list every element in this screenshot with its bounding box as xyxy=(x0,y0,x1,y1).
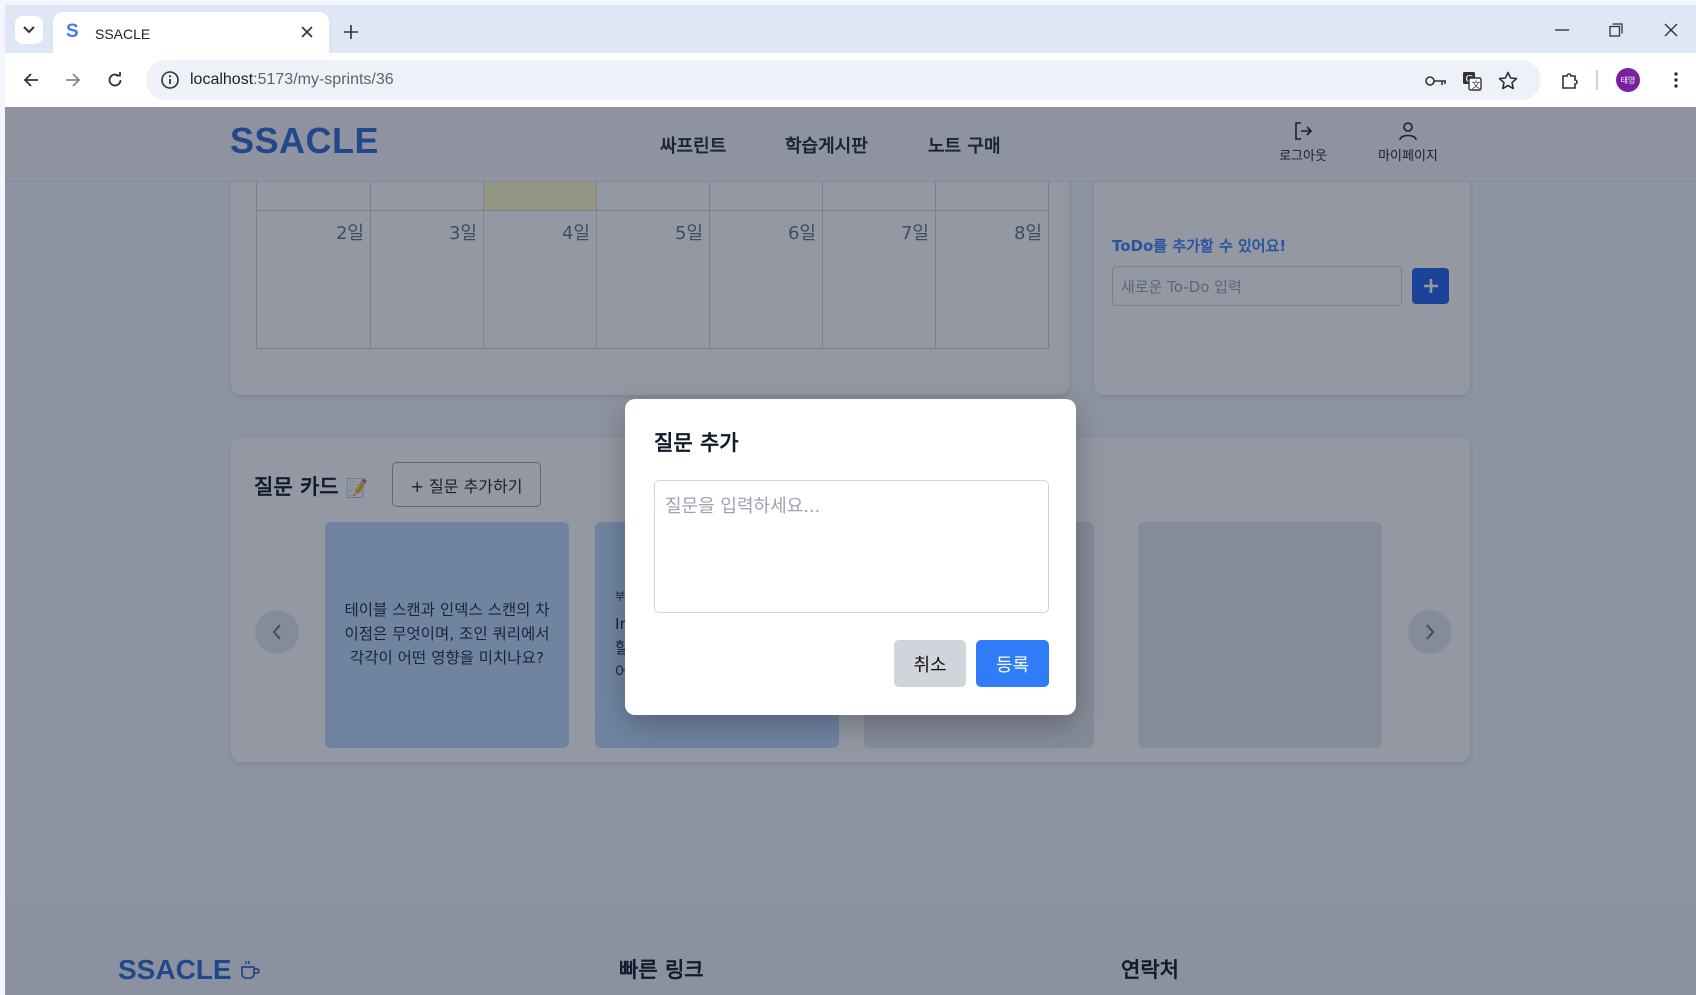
reload-icon xyxy=(108,72,122,87)
add-question-modal: 질문 추가 취소 등록 xyxy=(625,399,1076,715)
restore-icon xyxy=(1609,23,1623,37)
chevron-down-icon xyxy=(23,26,35,34)
browser-toolbar: localhost:5173/my-sprints/36 G文 태영 xyxy=(5,53,1696,107)
close-window-button[interactable] xyxy=(1660,19,1682,41)
plus-icon xyxy=(344,25,358,39)
tab-search-button[interactable] xyxy=(15,16,43,44)
star-icon xyxy=(1498,71,1518,90)
forward-button[interactable] xyxy=(58,65,88,95)
url-host: localhost xyxy=(190,71,254,88)
arrow-left-icon xyxy=(23,73,38,87)
key-icon xyxy=(1425,76,1446,86)
translate-icon: G文 xyxy=(1463,72,1482,91)
password-key-button[interactable] xyxy=(1424,69,1448,93)
browser-menu-button[interactable] xyxy=(1661,65,1691,95)
url-text: localhost:5173/my-sprints/36 xyxy=(190,71,394,89)
close-icon xyxy=(301,26,313,38)
translate-button[interactable]: G文 xyxy=(1460,69,1484,93)
address-bar[interactable]: localhost:5173/my-sprints/36 G文 xyxy=(146,60,1541,100)
restore-button[interactable] xyxy=(1605,19,1627,41)
submit-button[interactable]: 등록 xyxy=(976,640,1049,687)
browser-tab[interactable]: S SSACLE xyxy=(53,12,329,53)
bookmark-button[interactable] xyxy=(1496,69,1520,93)
puzzle-icon xyxy=(1562,73,1578,89)
toolbar-separator xyxy=(1596,70,1598,90)
close-tab-button[interactable] xyxy=(297,22,317,42)
close-icon xyxy=(1664,23,1678,37)
profile-avatar[interactable]: 태영 xyxy=(1616,68,1640,92)
favicon-icon: S xyxy=(66,21,79,42)
minimize-button[interactable] xyxy=(1551,19,1573,41)
browser-chrome: S SSACLE localhost:5173/my-sprints/36 文 … xyxy=(5,5,1696,107)
svg-text:文: 文 xyxy=(1472,79,1481,91)
modal-title: 질문 추가 xyxy=(654,431,739,455)
reload-button[interactable] xyxy=(100,65,130,95)
cancel-button[interactable]: 취소 xyxy=(894,640,966,687)
extensions-button[interactable] xyxy=(1555,65,1585,95)
tab-bar: S SSACLE xyxy=(5,5,1696,53)
tab-title: SSACLE xyxy=(95,26,151,42)
question-textarea[interactable] xyxy=(654,480,1049,613)
more-vertical-icon xyxy=(1674,72,1678,88)
arrow-right-icon xyxy=(66,73,81,87)
back-button[interactable] xyxy=(16,65,46,95)
url-path: :5173/my-sprints/36 xyxy=(253,71,394,88)
site-info-icon[interactable] xyxy=(160,70,180,90)
minimize-icon xyxy=(1555,29,1569,31)
new-tab-button[interactable] xyxy=(338,19,364,45)
